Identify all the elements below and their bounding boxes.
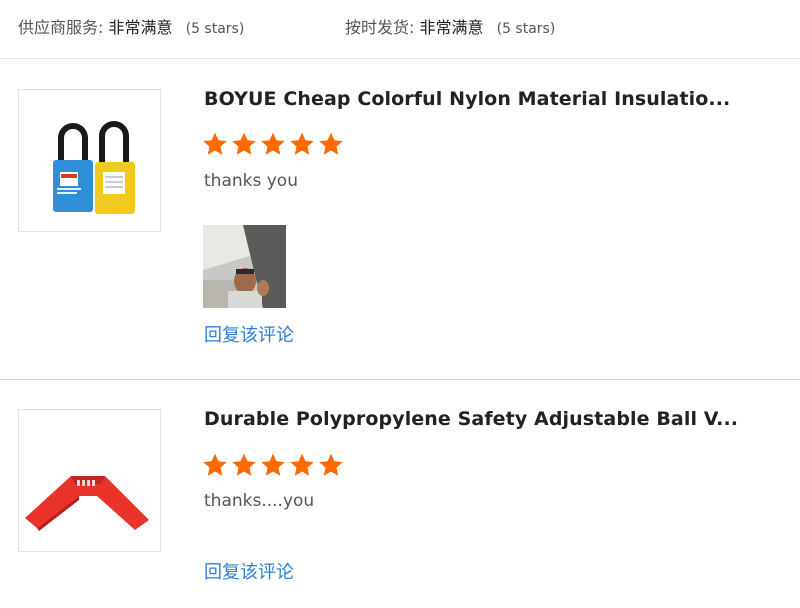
- rating-on-time-shipping: 按时发货: 非常满意 (5 stars): [345, 14, 555, 38]
- star-icon: [231, 452, 257, 478]
- star-icon: [260, 131, 286, 157]
- rating-stars: [202, 131, 344, 157]
- star-icon: [202, 131, 228, 157]
- review-photo-image: [203, 225, 286, 308]
- review-comment: thanks you: [204, 171, 298, 191]
- star-icon: [318, 131, 344, 157]
- product-title[interactable]: BOYUE Cheap Colorful Nylon Material Insu…: [204, 88, 730, 110]
- rating-stars: [202, 452, 344, 478]
- reply-review-link[interactable]: 回复该评论: [204, 558, 294, 584]
- star-icon: [231, 131, 257, 157]
- rating-value: 非常满意: [108, 18, 173, 37]
- star-icon: [260, 452, 286, 478]
- rating-label: 按时发货:: [345, 18, 415, 37]
- star-icon: [289, 452, 315, 478]
- rating-supplier-service: 供应商服务: 非常满意 (5 stars): [18, 14, 244, 38]
- review-photo[interactable]: [203, 225, 286, 308]
- star-icon: [202, 452, 228, 478]
- valve-lockout-icon: [25, 476, 149, 531]
- padlock-icon: [53, 121, 135, 214]
- rating-stars-note: (5 stars): [185, 21, 245, 37]
- star-icon: [318, 452, 344, 478]
- reply-review-link[interactable]: 回复该评论: [204, 321, 294, 347]
- product-thumbnail[interactable]: [18, 89, 161, 232]
- review-item: BOYUE Cheap Colorful Nylon Material Insu…: [0, 59, 800, 380]
- review-comment: thanks....you: [204, 491, 315, 511]
- rating-value: 非常满意: [419, 18, 484, 37]
- store-ratings-bar: 供应商服务: 非常满意 (5 stars) 按时发货: 非常满意 (5 star…: [0, 0, 800, 59]
- rating-label: 供应商服务:: [18, 18, 104, 37]
- rating-stars-note: (5 stars): [496, 21, 556, 37]
- product-title[interactable]: Durable Polypropylene Safety Adjustable …: [204, 408, 738, 430]
- product-thumbnail[interactable]: [18, 409, 161, 552]
- star-icon: [289, 131, 315, 157]
- review-item: Durable Polypropylene Safety Adjustable …: [0, 380, 800, 608]
